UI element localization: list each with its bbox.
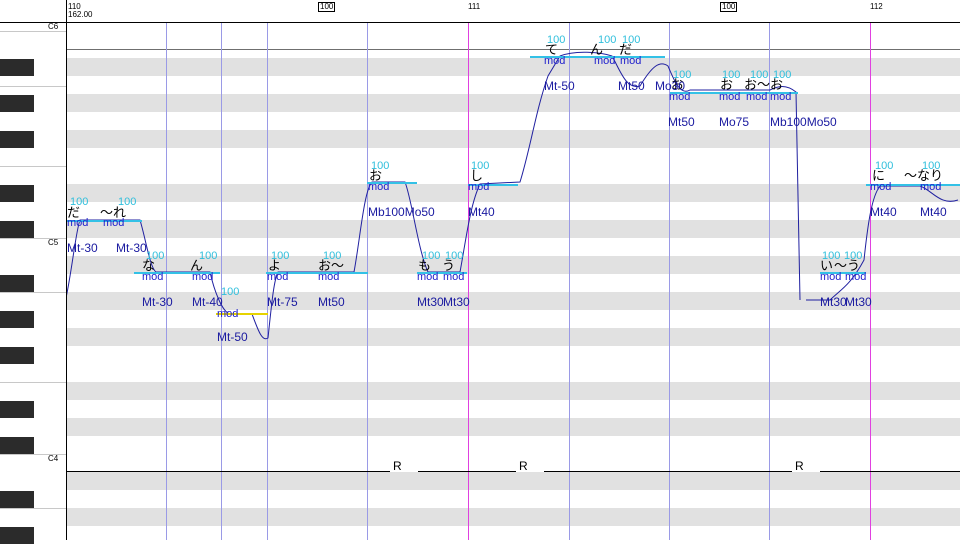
note-lyric[interactable]: お: [720, 78, 733, 92]
note-mod: mod: [719, 91, 741, 103]
black-key[interactable]: [0, 527, 34, 544]
key-divider: [0, 86, 66, 87]
piano-roll-editor: 100 だ mod Mt-30 100 〜れ mod Mt-30 100 な m…: [0, 0, 960, 544]
note-effect: Mt40: [870, 205, 897, 219]
black-key[interactable]: [0, 221, 34, 238]
note-lyric[interactable]: お〜: [744, 78, 770, 92]
note-effect: Mt-30: [67, 241, 98, 255]
note-mod: mod: [67, 217, 89, 229]
note-mod: mod: [920, 181, 942, 193]
rest-marker[interactable]: R: [795, 460, 804, 472]
note-mod: mod: [103, 217, 125, 229]
black-key[interactable]: [0, 491, 34, 508]
black-key[interactable]: [0, 311, 34, 328]
note-effect: Mt-40: [192, 295, 223, 309]
octave-label-c4: C4: [48, 454, 59, 463]
note-effect: Mt30: [845, 295, 872, 309]
note-effect: Mt50: [318, 295, 345, 309]
note-mod: mod: [594, 55, 616, 67]
black-key[interactable]: [0, 275, 34, 292]
tempo-label: 162.00: [68, 10, 93, 19]
key-divider: [0, 31, 66, 32]
black-key[interactable]: [0, 437, 34, 454]
note-mod: mod: [217, 308, 239, 320]
key-divider: [0, 292, 66, 293]
note-effect: Mt40: [920, 205, 947, 219]
rest-line: [418, 471, 516, 472]
black-key[interactable]: [0, 347, 34, 364]
note-mod: mod: [820, 271, 842, 283]
note-mod: mod: [669, 91, 691, 103]
key-divider: [0, 166, 66, 167]
octave-label-c5: C5: [48, 238, 59, 247]
note-mod: mod: [142, 271, 164, 283]
note-effect: Mt30: [417, 295, 444, 309]
note-effect: Mt-75: [267, 295, 298, 309]
note-effect: Mo75: [719, 115, 750, 129]
note-mod: mod: [544, 55, 566, 67]
ruler-marker: 100: [318, 2, 336, 12]
bar-number: 112: [870, 2, 883, 11]
piano-keyboard[interactable]: C6 C5 C4: [0, 0, 67, 544]
note-velocity: 100: [221, 286, 240, 298]
note-mod: mod: [443, 271, 465, 283]
note-effect: Mb100Mo50: [368, 205, 435, 219]
key-divider: [0, 508, 66, 509]
note-mod: mod: [267, 271, 289, 283]
note-mod: mod: [770, 91, 792, 103]
rest-marker[interactable]: R: [519, 460, 528, 472]
note-effect: Mt40: [468, 205, 495, 219]
note-effect: Mt-50: [217, 330, 248, 344]
note-mod: mod: [870, 181, 892, 193]
note-effect: Mt-30: [116, 241, 147, 255]
ruler-marker: 100: [720, 2, 738, 12]
note-lyric[interactable]: お: [770, 78, 783, 92]
rest-line: [66, 471, 390, 472]
rest-line: [820, 471, 960, 472]
octave-label-c6: C6: [48, 22, 59, 31]
black-key[interactable]: [0, 401, 34, 418]
note-mod: mod: [468, 181, 490, 193]
rest-line: [544, 471, 792, 472]
note-mod: mod: [417, 271, 439, 283]
rest-marker[interactable]: R: [393, 460, 402, 472]
note-effect: Mt-50: [544, 79, 575, 93]
note-effect: Mt30: [443, 295, 470, 309]
note-effect: Mt50: [668, 115, 695, 129]
note-mod: mod: [192, 271, 214, 283]
timeline-ruler[interactable]: 110 162.00 100 111 100 112: [0, 0, 960, 23]
keyboard-corner: [0, 0, 66, 23]
black-key[interactable]: [0, 131, 34, 148]
note-effect: Mo30: [655, 79, 686, 93]
note-effect: Mb100Mo50: [770, 115, 837, 129]
note-mod: mod: [620, 55, 642, 67]
note-effect: Mt30: [820, 295, 847, 309]
black-key[interactable]: [0, 185, 34, 202]
black-key[interactable]: [0, 59, 34, 76]
bar-number: 111: [468, 2, 481, 11]
note-effect: Mt50: [618, 79, 645, 93]
note-effect: Mt-30: [142, 295, 173, 309]
note-mod: mod: [746, 91, 768, 103]
note-mod: mod: [318, 271, 340, 283]
black-key[interactable]: [0, 95, 34, 112]
note-mod: mod: [368, 181, 390, 193]
key-divider: [0, 382, 66, 383]
note-mod: mod: [845, 271, 867, 283]
